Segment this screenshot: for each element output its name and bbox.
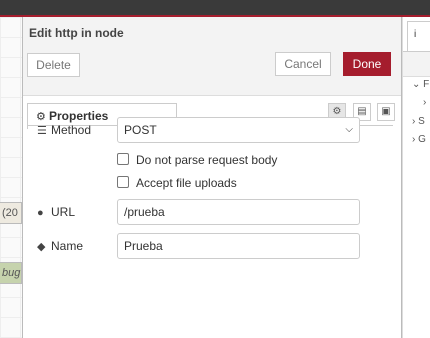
info-icon: i [414, 29, 417, 40]
method-label: ☰ Method [37, 123, 91, 137]
no-parse-checkbox-row[interactable]: Do not parse request body [117, 153, 277, 167]
workspace-canvas[interactable] [0, 17, 22, 338]
edit-tray: Edit http in node Delete Cancel Done ⚙ Pr… [22, 17, 402, 338]
flow-node-fragment[interactable]: (20 [0, 202, 22, 224]
url-label: ● URL [37, 205, 75, 219]
tab-properties-label: Properties [49, 109, 109, 123]
chevron-down-icon: ⌵ [345, 124, 353, 135]
tag-icon: ◆ [37, 241, 46, 253]
info-tab[interactable]: i [407, 21, 430, 51]
debug-node-fragment[interactable]: bug [0, 262, 22, 284]
name-label: ◆ Name [37, 239, 83, 253]
method-select[interactable]: POST ⌵ [117, 117, 360, 143]
sidebar-panel: i ⌄ F › › S › G [402, 17, 430, 338]
name-input-value: Prueba [124, 239, 163, 253]
method-label-text: Method [51, 123, 92, 137]
list-icon: ☰ [37, 125, 47, 137]
app-header [0, 0, 430, 17]
cancel-button[interactable]: Cancel [275, 52, 331, 76]
url-label-text: URL [51, 205, 76, 219]
sidebar-header [403, 51, 430, 77]
tray-toolbar: Delete Cancel Done [23, 47, 401, 96]
method-select-value: POST [124, 123, 157, 137]
no-parse-label: Do not parse request body [136, 153, 278, 167]
done-button[interactable]: Done [343, 52, 391, 76]
name-input[interactable]: Prueba [117, 233, 360, 259]
appearance-icon[interactable]: ▣ [377, 103, 395, 121]
accept-uploads-checkbox[interactable] [117, 176, 129, 188]
globe-icon: ● [37, 207, 44, 219]
name-label-text: Name [51, 239, 84, 253]
sidebar-tree-item[interactable]: › S [412, 116, 425, 127]
no-parse-checkbox[interactable] [117, 153, 129, 165]
url-input[interactable]: /prueba [117, 199, 360, 225]
accept-uploads-checkbox-row[interactable]: Accept file uploads [117, 176, 237, 190]
delete-button[interactable]: Delete [27, 53, 80, 77]
sidebar-tree-item[interactable]: ⌄ F [412, 79, 429, 90]
url-input-value: /prueba [124, 205, 165, 219]
sidebar-tree-item[interactable]: › G [412, 134, 426, 145]
tray-header: Edit http in node [23, 17, 401, 48]
sidebar-tree-item[interactable]: › [423, 97, 426, 108]
tray-title: Edit http in node [29, 26, 124, 40]
accept-uploads-label: Accept file uploads [136, 176, 237, 190]
